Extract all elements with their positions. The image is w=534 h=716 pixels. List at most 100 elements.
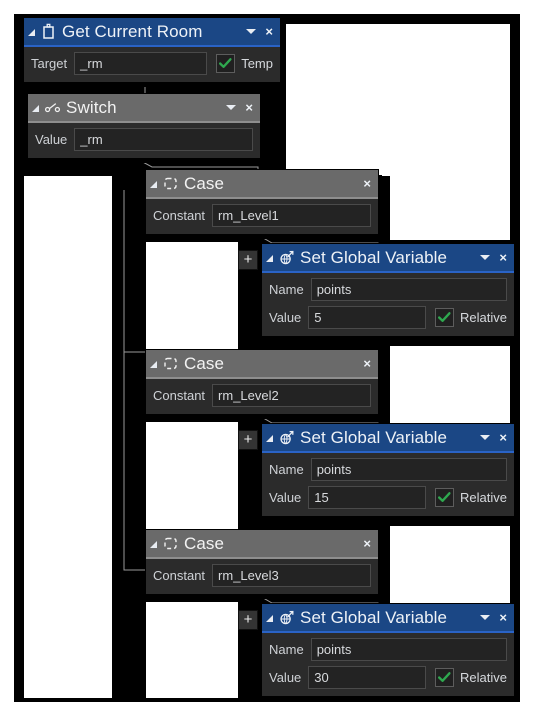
relative-checkbox[interactable] — [435, 667, 455, 687]
field-label-constant: Constant — [153, 387, 206, 403]
target-input[interactable]: _rm — [74, 51, 208, 75]
close-icon[interactable]: × — [497, 611, 509, 624]
field-label-constant: Constant — [153, 207, 206, 223]
node-switch[interactable]: Switch × Value _rm — [28, 94, 260, 158]
frame-left — [14, 14, 24, 702]
field-row-constant: Constant rm_Level2 — [153, 383, 371, 407]
chevron-down-icon[interactable] — [480, 435, 491, 440]
field-label-name: Name — [269, 461, 304, 477]
case-icon — [162, 355, 179, 372]
close-icon[interactable]: × — [361, 537, 373, 550]
add-output-button-3[interactable]: + — [238, 610, 258, 630]
room-icon — [40, 23, 57, 40]
close-icon[interactable]: × — [497, 431, 509, 444]
relative-checkbox-label: Relative — [460, 489, 507, 505]
chevron-down-icon[interactable] — [226, 105, 237, 110]
node-title-bar[interactable]: Case × — [146, 350, 378, 379]
constant-input[interactable]: rm_Level2 — [212, 383, 371, 407]
node-title-label: Case — [184, 354, 225, 373]
name-input[interactable]: points — [310, 277, 507, 301]
field-label-value: Value — [269, 489, 302, 505]
node-editor-canvas[interactable]: Get Current Room × Target _rm Temp Switc… — [0, 0, 534, 716]
collapse-triangle-icon[interactable] — [32, 105, 39, 112]
field-label-value: Value — [269, 669, 302, 685]
temp-checkbox[interactable] — [216, 53, 236, 73]
relative-checkbox-group[interactable]: Relative — [435, 487, 507, 507]
node-body: Value _rm — [28, 121, 260, 158]
relative-checkbox[interactable] — [435, 307, 455, 327]
node-case-2[interactable]: Case × Constant rm_Level2 — [146, 350, 378, 414]
relative-checkbox-group[interactable]: Relative — [435, 307, 507, 327]
value-input[interactable]: 15 — [308, 485, 427, 509]
field-row-constant: Constant rm_Level3 — [153, 563, 371, 587]
name-input[interactable]: points — [310, 637, 507, 661]
collapse-triangle-icon[interactable] — [28, 29, 35, 36]
field-row-name: Name points — [269, 637, 507, 661]
relative-checkbox[interactable] — [435, 487, 455, 507]
constant-input[interactable]: rm_Level3 — [212, 563, 371, 587]
node-title-bar[interactable]: Get Current Room × — [24, 18, 280, 47]
value-input[interactable]: 30 — [308, 665, 427, 689]
node-body: Name points Value 30 Relative — [262, 631, 514, 696]
node-title-bar[interactable]: Case × — [146, 530, 378, 559]
temp-checkbox-group[interactable]: Temp — [216, 53, 273, 73]
value-input[interactable]: _rm — [74, 127, 253, 151]
temp-checkbox-label: Temp — [241, 55, 273, 71]
field-label-constant: Constant — [153, 567, 206, 583]
name-input[interactable]: points — [310, 457, 507, 481]
canvas-pocket-e — [390, 526, 510, 608]
collapse-triangle-icon[interactable] — [266, 615, 273, 622]
node-title-bar[interactable]: Set Global Variable × — [262, 604, 514, 633]
field-label-name: Name — [269, 641, 304, 657]
case-icon — [162, 535, 179, 552]
canvas-pocket-d — [390, 346, 510, 428]
collapse-triangle-icon[interactable] — [150, 361, 157, 368]
add-output-button-2[interactable]: + — [238, 430, 258, 450]
constant-input[interactable]: rm_Level1 — [212, 203, 371, 227]
node-title-label: Switch — [66, 98, 117, 117]
canvas-pocket-b — [146, 422, 238, 532]
node-title-bar[interactable]: Set Global Variable × — [262, 244, 514, 273]
case-icon — [162, 175, 179, 192]
node-title-bar[interactable]: Case × — [146, 170, 378, 199]
node-title-label: Set Global Variable — [300, 248, 448, 267]
field-label-value: Value — [269, 309, 302, 325]
node-body: Target _rm Temp — [24, 45, 280, 82]
chevron-down-icon[interactable] — [246, 29, 257, 34]
collapse-triangle-icon[interactable] — [150, 541, 157, 548]
relative-checkbox-label: Relative — [460, 309, 507, 325]
close-icon[interactable]: × — [361, 177, 373, 190]
chevron-down-icon[interactable] — [480, 255, 491, 260]
node-title-bar[interactable]: Switch × — [28, 94, 260, 123]
field-row-target: Target _rm Temp — [31, 51, 273, 75]
close-icon[interactable]: × — [243, 101, 255, 114]
value-input[interactable]: 5 — [308, 305, 427, 329]
relative-checkbox-group[interactable]: Relative — [435, 667, 507, 687]
node-title-bar[interactable]: Set Global Variable × — [262, 424, 514, 453]
node-title-label: Case — [184, 174, 225, 193]
add-output-button-1[interactable]: + — [238, 250, 258, 270]
node-case-3[interactable]: Case × Constant rm_Level3 — [146, 530, 378, 594]
global-variable-icon — [278, 249, 295, 266]
canvas-pocket-a — [146, 242, 238, 352]
collapse-triangle-icon[interactable] — [266, 435, 273, 442]
switch-icon — [44, 99, 61, 116]
field-label-value: Value — [35, 131, 68, 147]
node-set-global-variable-2[interactable]: Set Global Variable × Name points Value … — [262, 424, 514, 516]
collapse-triangle-icon[interactable] — [150, 181, 157, 188]
field-label-target: Target — [31, 55, 68, 71]
chevron-down-icon[interactable] — [480, 615, 491, 620]
node-body: Constant rm_Level2 — [146, 377, 378, 414]
field-row-constant: Constant rm_Level1 — [153, 203, 371, 227]
close-icon[interactable]: × — [263, 25, 275, 38]
field-label-name: Name — [269, 281, 304, 297]
node-get-current-room[interactable]: Get Current Room × Target _rm Temp — [24, 18, 280, 82]
node-set-global-variable-1[interactable]: Set Global Variable × Name points Value … — [262, 244, 514, 336]
field-row-value: Value _rm — [35, 127, 253, 151]
relative-checkbox-label: Relative — [460, 669, 507, 685]
collapse-triangle-icon[interactable] — [266, 255, 273, 262]
close-icon[interactable]: × — [361, 357, 373, 370]
node-case-1[interactable]: Case × Constant rm_Level1 — [146, 170, 378, 234]
close-icon[interactable]: × — [497, 251, 509, 264]
node-set-global-variable-3[interactable]: Set Global Variable × Name points Value … — [262, 604, 514, 696]
